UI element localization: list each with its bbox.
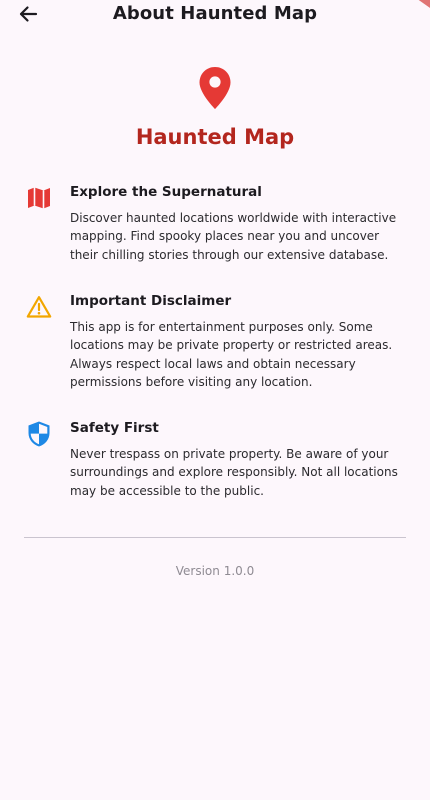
version-label: Version 1.0.0 — [175, 564, 255, 578]
app-bar: About Haunted Map — [0, 0, 430, 28]
app-name: Haunted Map — [135, 125, 295, 149]
map-pin-icon — [199, 67, 231, 109]
warning-icon — [24, 292, 54, 322]
page-title: About Haunted Map — [112, 3, 318, 24]
divider — [24, 537, 406, 538]
section-body: Never trespass on private property. Be a… — [70, 447, 398, 498]
section-body: This app is for entertainment purposes o… — [70, 320, 393, 389]
shield-icon — [24, 419, 54, 449]
about-screen: About Haunted Map Haunted Map Explore th… — [0, 0, 430, 800]
section-title: Safety First — [70, 420, 159, 436]
section-title: Important Disclaimer — [70, 293, 232, 309]
map-icon — [24, 183, 54, 213]
section-title: Explore the Supernatural — [70, 184, 262, 200]
section-body: Discover haunted locations worldwide wit… — [70, 211, 397, 262]
